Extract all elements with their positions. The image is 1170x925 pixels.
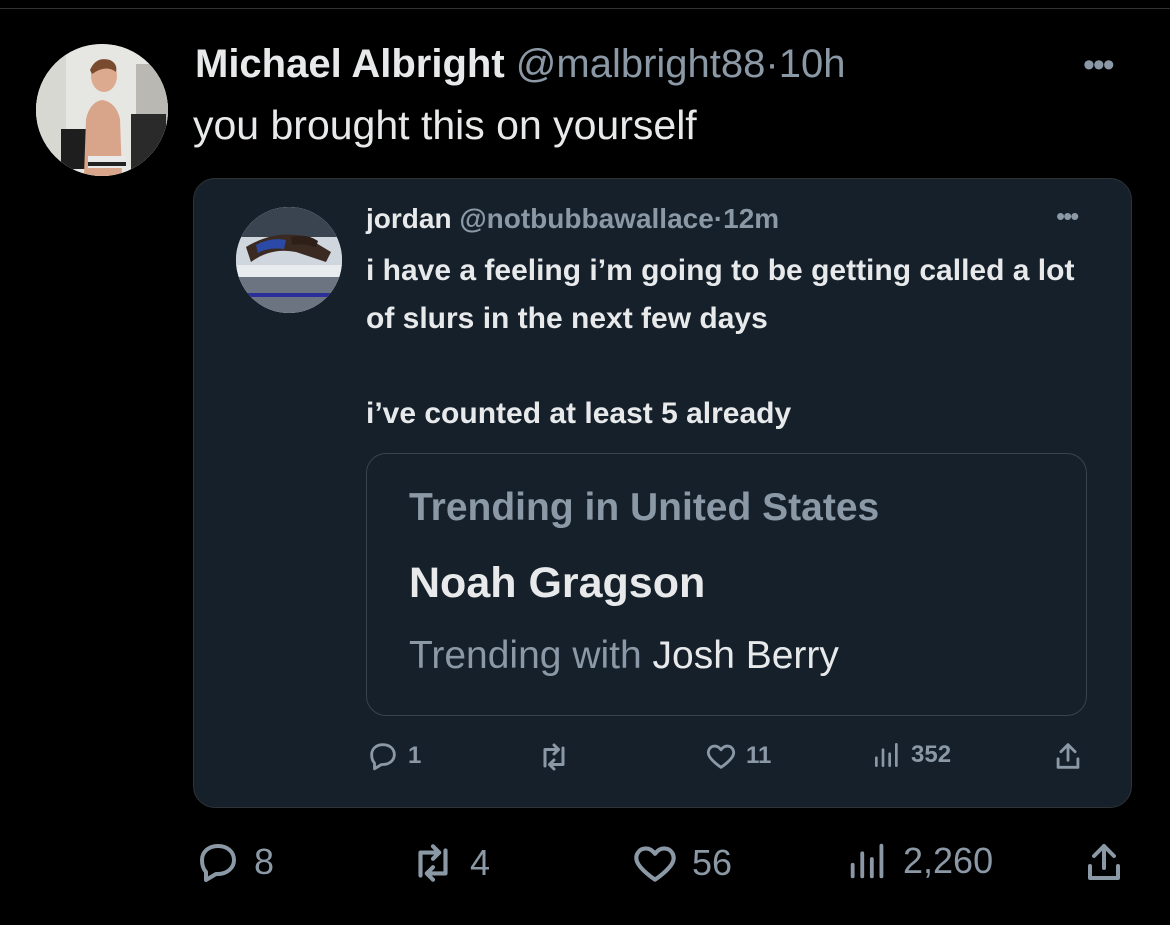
reply-icon — [370, 743, 396, 771]
views-button[interactable]: 2,260 — [845, 838, 993, 884]
tweet-timestamp[interactable]: 10h — [779, 42, 846, 86]
reply-count: 8 — [254, 841, 275, 882]
reply-button[interactable]: 8 — [194, 838, 274, 886]
trending-with-label: Trending with — [409, 634, 642, 677]
like-button[interactable]: 56 — [630, 838, 732, 888]
quoted-tweet-timestamp[interactable]: 12m — [723, 203, 779, 234]
share-button[interactable] — [1080, 838, 1128, 886]
quoted-author-handle[interactable]: @notbubbawallace — [459, 203, 713, 234]
heart-icon — [634, 846, 676, 882]
tweet-action-bar: 8 4 56 2,260 — [0, 838, 1170, 886]
tweet-header: Michael Albright @malbright88·10h — [195, 40, 845, 88]
more-options-icon[interactable]: ••• — [1083, 46, 1115, 85]
quoted-views-count: 352 — [911, 741, 952, 768]
header-separator: · — [765, 42, 779, 86]
trending-kicker: Trending in United States — [409, 486, 880, 529]
share-icon — [1056, 743, 1080, 769]
quoted-action-bar: 1 11 352 — [194, 739, 1133, 779]
quoted-like-button[interactable]: 11 — [704, 739, 771, 773]
retweet-count: 4 — [470, 842, 491, 883]
views-icon — [875, 743, 898, 767]
author-name[interactable]: Michael Albright — [195, 42, 505, 86]
share-icon — [1088, 844, 1120, 880]
quoted-text-line: i’ve counted at least 5 already — [366, 397, 792, 430]
reply-icon — [200, 844, 236, 882]
retweet-button[interactable]: 4 — [408, 838, 490, 888]
views-count: 2,260 — [903, 840, 994, 881]
quoted-share-button[interactable] — [1051, 739, 1085, 773]
author-handle[interactable]: @malbright88 — [516, 42, 766, 86]
heart-icon — [706, 744, 736, 769]
quoted-header-separator: · — [713, 203, 724, 234]
quoted-more-options-icon[interactable]: ••• — [1056, 201, 1079, 232]
quoted-text-line: i have a feeling i’m going to be getting… — [366, 254, 1075, 335]
retweet-icon — [543, 743, 565, 771]
top-divider — [0, 8, 1170, 9]
quoted-author-name[interactable]: jordan — [366, 203, 452, 234]
retweet-icon — [418, 844, 448, 882]
avatar-photo-icon — [36, 44, 168, 176]
like-count: 56 — [692, 842, 733, 883]
quoted-reply-button[interactable]: 1 — [366, 739, 421, 773]
quoted-retweet-button[interactable] — [536, 739, 580, 775]
avatar-photo-icon — [236, 207, 342, 313]
trending-card[interactable]: Trending in United States Noah Gragson T… — [366, 453, 1087, 716]
quoted-reply-count: 1 — [408, 742, 422, 769]
quoted-author-avatar[interactable] — [236, 207, 342, 313]
trending-title: Noah Gragson — [409, 559, 706, 607]
quoted-tweet[interactable]: jordan @notbubbawallace·12m ••• i have a… — [193, 178, 1132, 808]
views-icon — [850, 843, 884, 879]
trending-subtitle: Trending with Josh Berry — [409, 632, 839, 680]
tweet-text: you brought this on yourself — [193, 102, 697, 148]
trending-with-topic: Josh Berry — [652, 634, 839, 677]
quoted-tweet-header: jordan @notbubbawallace·12m — [366, 199, 779, 239]
author-avatar[interactable] — [36, 44, 168, 176]
quoted-views-button[interactable]: 352 — [871, 739, 951, 771]
quoted-tweet-text: i have a feeling i’m going to be getting… — [366, 247, 1086, 438]
quoted-like-count: 11 — [746, 742, 772, 769]
